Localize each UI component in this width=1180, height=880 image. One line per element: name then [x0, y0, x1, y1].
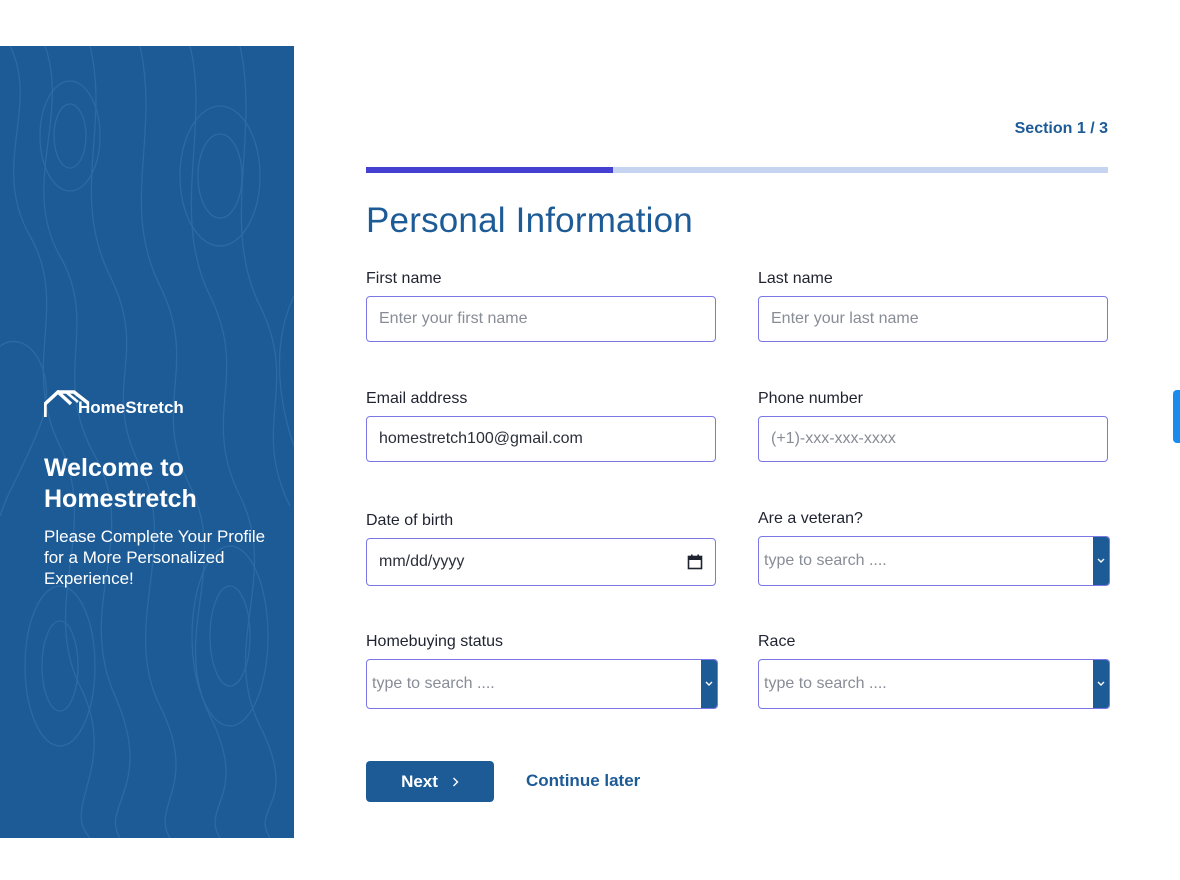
phone-group: Phone number (+1)-xxx-xxx-xxxx — [758, 389, 1108, 462]
progress-bar — [366, 167, 1108, 173]
welcome-heading: Welcome to Homestretch — [44, 454, 197, 513]
race-label: Race — [758, 633, 796, 650]
dob-group: Date of birth mm/dd/yyyy — [366, 511, 716, 586]
veteran-label: Are a veteran? — [758, 510, 863, 527]
dob-label: Date of birth — [366, 512, 454, 529]
next-button[interactable]: Next — [366, 761, 494, 802]
email-value: homestretch100@gmail.com — [379, 430, 583, 447]
veteran-select[interactable]: type to search .... — [758, 536, 1110, 586]
veteran-dropdown-button[interactable] — [1093, 537, 1109, 585]
page-title: Personal Information — [366, 201, 693, 240]
email-group: Email address homestretch100@gmail.com — [366, 389, 716, 462]
race-select[interactable]: type to search .... — [758, 659, 1110, 709]
continue-later-button[interactable]: Continue later — [526, 771, 640, 791]
first-name-group: First name Enter your first name — [366, 269, 716, 342]
homebuying-dropdown-button[interactable] — [701, 660, 717, 708]
brand-logo: HomeStretch — [44, 390, 184, 418]
first-name-input[interactable]: Enter your first name — [366, 296, 716, 342]
veteran-placeholder: type to search .... — [764, 552, 887, 569]
chevron-down-icon — [1097, 558, 1105, 563]
section-indicator: Section 1 / 3 — [1014, 120, 1108, 137]
next-button-label: Next — [401, 771, 438, 791]
first-name-placeholder: Enter your first name — [379, 310, 528, 327]
phone-input[interactable]: (+1)-xxx-xxx-xxxx — [758, 416, 1108, 462]
brand-name: HomeStretch — [78, 398, 184, 417]
progress-fill — [366, 167, 614, 173]
last-name-label: Last name — [758, 270, 833, 287]
sidebar-panel: HomeStretch Welcome to Homestretch Pleas… — [0, 46, 294, 838]
homebuying-placeholder: type to search .... — [372, 675, 495, 692]
email-label: Email address — [366, 390, 468, 407]
last-name-input[interactable]: Enter your last name — [758, 296, 1108, 342]
welcome-tagline: Please Complete Your Profile for a More … — [44, 527, 266, 588]
homebuying-label: Homebuying status — [366, 633, 503, 650]
side-feedback-tab[interactable] — [1173, 390, 1180, 443]
last-name-placeholder: Enter your last name — [771, 310, 919, 327]
race-dropdown-button[interactable] — [1093, 660, 1109, 708]
last-name-group: Last name Enter your last name — [758, 269, 1108, 342]
dob-placeholder: mm/dd/yyyy — [379, 553, 465, 570]
homebuying-select[interactable]: type to search .... — [366, 659, 718, 709]
race-placeholder: type to search .... — [764, 675, 887, 692]
chevron-down-icon — [1097, 681, 1105, 686]
phone-label: Phone number — [758, 390, 863, 407]
chevron-down-icon — [705, 681, 713, 686]
race-group: Race type to search .... — [758, 632, 1110, 709]
topographic-background — [0, 46, 294, 838]
email-input[interactable]: homestretch100@gmail.com — [366, 416, 716, 462]
dob-input[interactable]: mm/dd/yyyy — [366, 538, 716, 586]
chevron-right-icon — [452, 777, 459, 786]
veteran-group: Are a veteran? type to search .... — [758, 509, 1110, 586]
calendar-icon[interactable] — [687, 554, 703, 570]
phone-placeholder: (+1)-xxx-xxx-xxxx — [771, 430, 896, 447]
homebuying-group: Homebuying status type to search .... — [366, 632, 718, 709]
first-name-label: First name — [366, 270, 442, 287]
